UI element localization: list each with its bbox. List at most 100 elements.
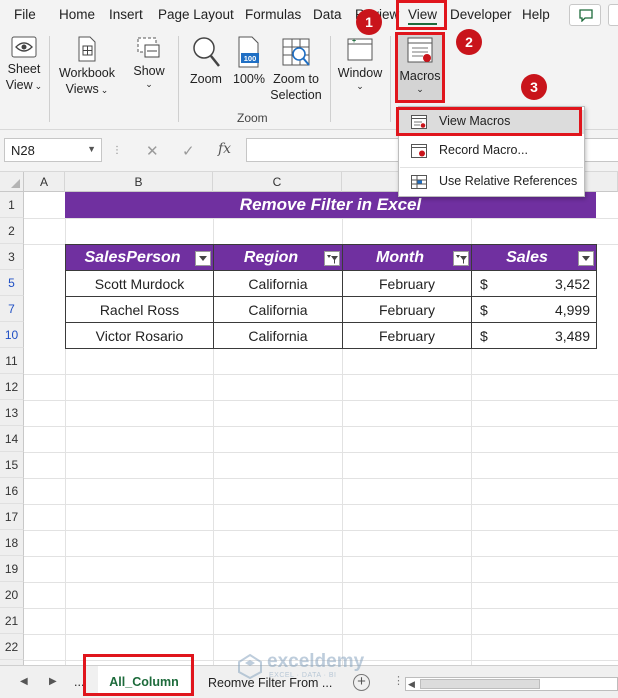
tab-developer[interactable]: Developer bbox=[450, 7, 512, 22]
select-all-corner[interactable] bbox=[0, 172, 24, 192]
cell-salesperson[interactable]: Scott Murdock bbox=[65, 270, 214, 297]
worksheet-grid[interactable]: A B C D E 1 2 3 5 7 10 11 12 13 14 15 16… bbox=[0, 172, 618, 665]
row-header[interactable]: 3 bbox=[0, 244, 24, 270]
watermark-subtitle: EXCEL · DATA · BI bbox=[269, 672, 337, 679]
zoom-100-icon: 100 bbox=[238, 36, 259, 68]
header-region-label: Region bbox=[243, 248, 299, 266]
zoom-100-label: 100% bbox=[233, 72, 265, 86]
row-header[interactable]: 12 bbox=[0, 374, 24, 400]
record-macro-label: Record Macro... bbox=[439, 143, 528, 157]
menu-item-use-relative-references[interactable]: Use Relative References bbox=[399, 170, 584, 194]
tab-file[interactable]: File bbox=[14, 7, 36, 22]
show-label: Show bbox=[133, 64, 165, 78]
row-header[interactable]: 5 bbox=[0, 270, 24, 296]
zoom-to-selection-icon bbox=[282, 38, 310, 66]
show-icon bbox=[137, 37, 160, 58]
active-sheet-highlight bbox=[83, 654, 194, 696]
cell-month[interactable]: February bbox=[342, 322, 472, 349]
name-box[interactable]: N28 ▼ bbox=[4, 138, 102, 162]
tab-home[interactable]: Home bbox=[59, 7, 95, 22]
row-header[interactable]: 13 bbox=[0, 400, 24, 426]
row-header[interactable]: 1 bbox=[0, 192, 24, 218]
row-header[interactable]: 16 bbox=[0, 478, 24, 504]
row-header[interactable]: 18 bbox=[0, 530, 24, 556]
watermark-title: exceldemy bbox=[267, 651, 365, 672]
table-row: Scott Murdock California February $3,452 bbox=[65, 270, 597, 297]
tab-insert[interactable]: Insert bbox=[109, 7, 143, 22]
scroll-tabs-right-icon[interactable]: ▶ bbox=[49, 676, 57, 687]
tab-splitter-icon[interactable]: ⋮ bbox=[393, 674, 404, 687]
column-header-c[interactable]: C bbox=[213, 172, 342, 192]
horizontal-scrollbar[interactable]: ◀ bbox=[405, 677, 618, 691]
zoom-button[interactable]: Zoom bbox=[186, 36, 226, 87]
cell-sales[interactable]: $3,452 bbox=[471, 270, 597, 297]
step-badge-1: 1 bbox=[356, 9, 382, 35]
cell-region[interactable]: California bbox=[213, 270, 343, 297]
zoom-100-button[interactable]: 100 100% bbox=[229, 36, 269, 87]
row-header[interactable]: 17 bbox=[0, 504, 24, 530]
row-header[interactable]: 19 bbox=[0, 556, 24, 582]
cell-month[interactable]: February bbox=[342, 296, 472, 323]
zoom-to-selection-button[interactable]: Zoom to Selection bbox=[268, 36, 324, 103]
scroll-tabs-left-icon[interactable]: ◀ bbox=[20, 676, 28, 687]
filter-funnel-icon bbox=[456, 255, 467, 264]
comments-button[interactable] bbox=[569, 4, 601, 26]
tab-formulas[interactable]: Formulas bbox=[245, 7, 301, 22]
row-header[interactable]: 22 bbox=[0, 634, 24, 660]
column-header-b[interactable]: B bbox=[65, 172, 213, 192]
sales-amount: 3,452 bbox=[554, 275, 590, 292]
svg-text:+: + bbox=[352, 38, 356, 45]
workbook-views-label-1: Workbook bbox=[58, 66, 116, 80]
filter-active-button[interactable] bbox=[453, 251, 469, 266]
cell-salesperson[interactable]: Rachel Ross bbox=[65, 296, 214, 323]
cell-sales[interactable]: $3,489 bbox=[471, 322, 597, 349]
insert-function-button[interactable]: fx bbox=[218, 141, 231, 157]
filter-dropdown-button[interactable] bbox=[195, 251, 211, 266]
share-button[interactable] bbox=[608, 4, 618, 26]
window-button[interactable]: + Window ⌄ bbox=[335, 36, 385, 91]
filter-dropdown-button[interactable] bbox=[578, 251, 594, 266]
workbook-views-button[interactable]: Workbook Views ⌄ bbox=[55, 36, 119, 97]
exceldemy-watermark: exceldemy EXCEL · DATA · BI bbox=[237, 651, 387, 681]
step-badge-3: 3 bbox=[521, 74, 547, 100]
row-header[interactable]: 14 bbox=[0, 426, 24, 452]
gridline bbox=[24, 556, 618, 557]
sales-amount: 3,489 bbox=[554, 327, 590, 344]
cancel-icon[interactable]: ✕ bbox=[146, 142, 159, 160]
header-salesperson: SalesPerson bbox=[65, 244, 214, 271]
filter-active-button[interactable] bbox=[324, 251, 340, 266]
view-macros-highlight bbox=[396, 107, 582, 136]
ribbon-separator bbox=[178, 36, 179, 122]
cell-month[interactable]: February bbox=[342, 270, 472, 297]
tab-help[interactable]: Help bbox=[522, 7, 550, 22]
cell-sales[interactable]: $4,999 bbox=[471, 296, 597, 323]
menu-item-record-macro[interactable]: Record Macro... bbox=[399, 139, 584, 163]
gridline bbox=[24, 634, 618, 635]
cell-region[interactable]: California bbox=[213, 296, 343, 323]
column-header-a[interactable]: A bbox=[24, 172, 65, 192]
chevron-down-icon: ⌄ bbox=[100, 85, 109, 95]
show-button[interactable]: Show ⌄ bbox=[127, 36, 171, 89]
row-header[interactable]: 20 bbox=[0, 582, 24, 608]
row-header[interactable]: 2 bbox=[0, 218, 24, 244]
menu-divider bbox=[400, 167, 583, 168]
row-header[interactable]: 15 bbox=[0, 452, 24, 478]
scroll-left-icon[interactable]: ◀ bbox=[408, 679, 415, 690]
gridline bbox=[24, 478, 618, 479]
dropdown-arrow-icon bbox=[199, 256, 207, 261]
macros-button-highlight bbox=[395, 32, 445, 103]
zoom-to-selection-label-2: Selection bbox=[270, 88, 322, 102]
sheet-view-button[interactable]: Sheet View ⌄ bbox=[4, 36, 44, 93]
gridline bbox=[24, 374, 618, 375]
row-header[interactable]: 7 bbox=[0, 296, 24, 322]
enter-check-icon[interactable]: ✓ bbox=[182, 142, 195, 160]
scrollbar-thumb[interactable] bbox=[420, 679, 540, 689]
tab-page-layout[interactable]: Page Layout bbox=[158, 7, 234, 22]
row-header[interactable]: 11 bbox=[0, 348, 24, 374]
row-header[interactable]: 10 bbox=[0, 322, 24, 348]
cell-salesperson[interactable]: Victor Rosario bbox=[65, 322, 214, 349]
tab-data[interactable]: Data bbox=[313, 7, 342, 22]
cell-region[interactable]: California bbox=[213, 322, 343, 349]
sales-amount: 4,999 bbox=[554, 301, 590, 318]
row-header[interactable]: 21 bbox=[0, 608, 24, 634]
